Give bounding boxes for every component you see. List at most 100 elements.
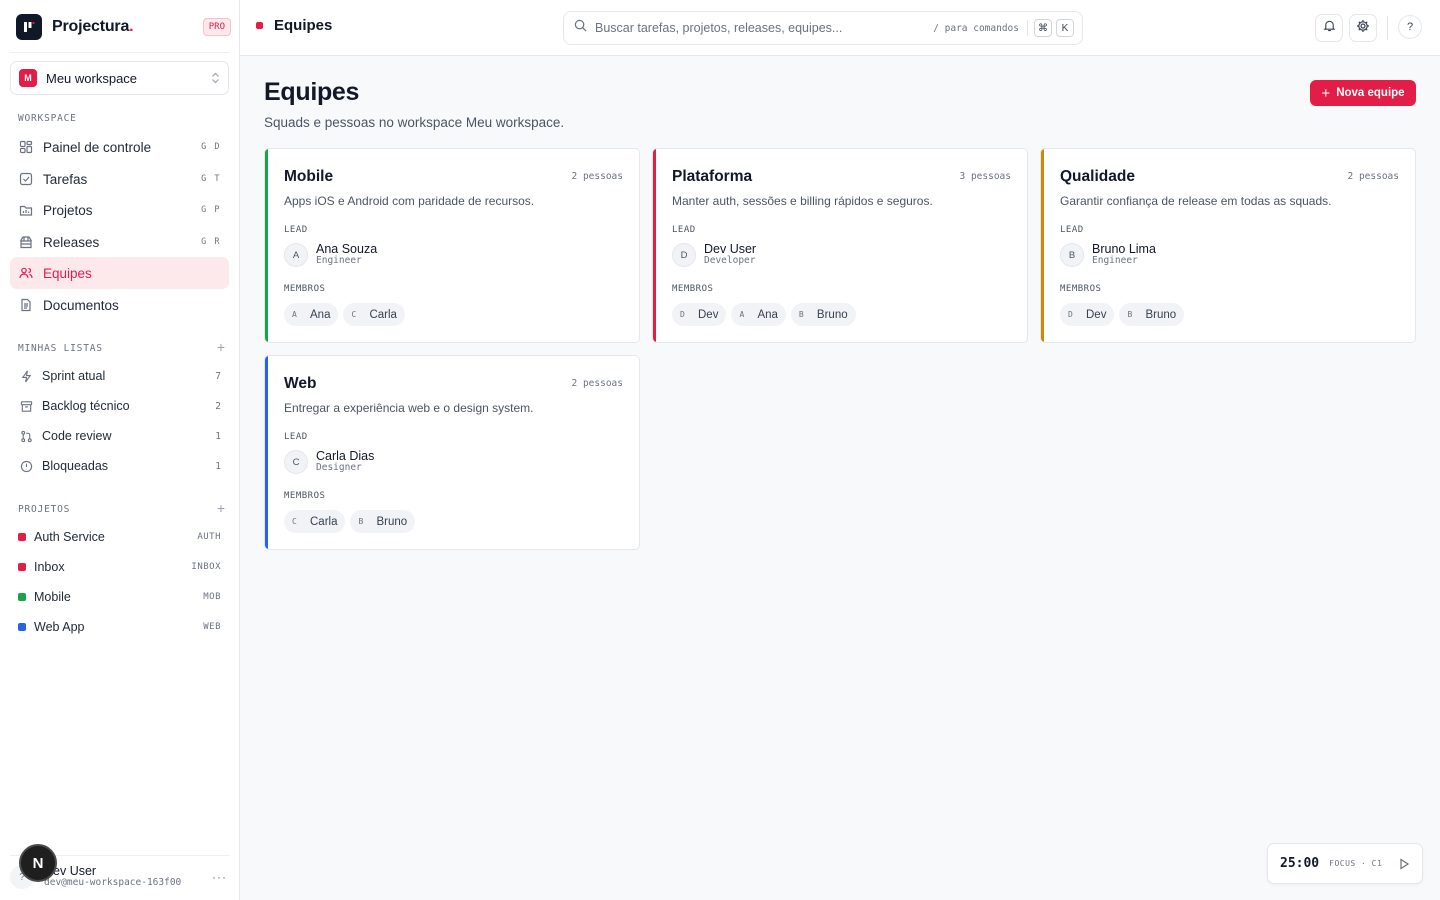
member-initial: B bbox=[1127, 310, 1133, 319]
timer-time: 25:00 bbox=[1280, 856, 1320, 871]
lead-label: LEAD bbox=[284, 225, 308, 235]
shortcut-hint: G T bbox=[201, 174, 221, 184]
list-item-blocked[interactable]: Bloqueadas 1 bbox=[10, 452, 229, 480]
search-icon bbox=[574, 19, 587, 37]
brand[interactable]: Projectura. PRO bbox=[16, 14, 231, 40]
sidebar-item-label: Painel de controle bbox=[43, 139, 152, 155]
lead-role: Engineer bbox=[316, 255, 362, 266]
member-chip[interactable]: D Dev bbox=[1060, 303, 1115, 326]
search-hint: / para comandos bbox=[933, 22, 1019, 34]
page-subtitle: Squads e pessoas no workspace Meu worksp… bbox=[264, 115, 565, 130]
project-item-mobile[interactable]: Mobile MOB bbox=[10, 583, 229, 611]
lead-role: Engineer bbox=[1092, 255, 1138, 266]
sidebar-item-tasks[interactable]: Tarefas G T bbox=[10, 163, 229, 195]
list-label: Code review bbox=[42, 429, 112, 443]
list-count: 1 bbox=[215, 460, 221, 472]
lead-name: Ana Souza bbox=[316, 242, 378, 256]
sidebar-item-documents[interactable]: Documentos bbox=[10, 289, 229, 321]
list-count: 1 bbox=[215, 430, 221, 442]
member-name: Dev bbox=[1086, 308, 1107, 321]
users-icon bbox=[18, 265, 34, 281]
next-dev-badge[interactable]: N bbox=[19, 844, 57, 882]
member-initial: A bbox=[292, 310, 297, 319]
project-label: Mobile bbox=[34, 590, 71, 604]
sidebar-item-dashboard[interactable]: Painel de controle G D bbox=[10, 131, 229, 163]
list-item-code-review[interactable]: Code review 1 bbox=[10, 422, 229, 450]
team-lead[interactable]: C Carla Dias Designer bbox=[284, 450, 374, 474]
add-list-plus-icon[interactable]: + bbox=[217, 339, 225, 355]
settings-button[interactable] bbox=[1349, 14, 1377, 42]
package-icon bbox=[18, 234, 34, 250]
team-name: Qualidade bbox=[1060, 168, 1135, 185]
team-lead[interactable]: A Ana Souza Engineer bbox=[284, 243, 377, 267]
sidebar-item-teams[interactable]: Equipes bbox=[10, 257, 229, 289]
member-chip[interactable]: B Bruno bbox=[1119, 303, 1185, 326]
member-chip[interactable]: C Carla bbox=[343, 303, 405, 326]
project-color-dot bbox=[18, 593, 26, 601]
member-initial: B bbox=[358, 517, 364, 526]
lead-name: Carla Dias bbox=[316, 449, 375, 463]
team-card-qualidade[interactable]: Qualidade 2 pessoas Garantir confiança d… bbox=[1040, 148, 1416, 343]
team-lead[interactable]: B Bruno Lima Engineer bbox=[1060, 243, 1156, 267]
divider bbox=[1387, 16, 1388, 40]
team-name: Mobile bbox=[284, 168, 334, 185]
search-input[interactable]: Buscar tarefas, projetos, releases, equi… bbox=[563, 11, 1083, 45]
member-chip[interactable]: D Dev bbox=[672, 303, 727, 326]
avatar: A bbox=[284, 243, 308, 267]
member-chip[interactable]: C Carla bbox=[284, 510, 346, 533]
team-description: Garantir confiança de release em todas a… bbox=[1060, 194, 1332, 208]
member-chip[interactable]: A Ana bbox=[731, 303, 786, 326]
team-description: Apps iOS e Android com paridade de recur… bbox=[284, 194, 535, 208]
help-button[interactable]: ? bbox=[1398, 15, 1422, 39]
new-team-label: Nova equipe bbox=[1336, 87, 1405, 99]
bell-icon bbox=[1323, 19, 1336, 37]
breadcrumb: Equipes bbox=[256, 17, 332, 34]
member-initial: A bbox=[739, 310, 745, 319]
member-list: C Carla B Bruno bbox=[284, 510, 420, 533]
projects-section-label: PROJETOS bbox=[18, 504, 71, 515]
member-chip[interactable]: A Ana bbox=[284, 303, 339, 326]
chevron-up-down-icon bbox=[211, 72, 220, 84]
team-member-count: 2 pessoas bbox=[1347, 171, 1399, 182]
list-item-sprint[interactable]: Sprint atual 7 bbox=[10, 362, 229, 390]
members-label: MEMBROS bbox=[284, 491, 326, 501]
member-chip[interactable]: B Bruno bbox=[790, 303, 856, 326]
play-icon[interactable] bbox=[1398, 857, 1410, 870]
search-placeholder: Buscar tarefas, projetos, releases, equi… bbox=[595, 21, 843, 35]
more-options-icon[interactable]: ··· bbox=[212, 870, 227, 884]
project-item-inbox[interactable]: Inbox INBOX bbox=[10, 553, 229, 581]
member-name: Ana bbox=[310, 308, 331, 321]
lead-label: LEAD bbox=[1060, 225, 1084, 235]
lead-name: Bruno Lima bbox=[1092, 242, 1156, 256]
team-description: Manter auth, sessões e billing rápidos e… bbox=[672, 194, 933, 208]
team-card-mobile[interactable]: Mobile 2 pessoas Apps iOS e Android com … bbox=[264, 148, 640, 343]
workspace-switcher[interactable]: M Meu workspace bbox=[10, 61, 229, 95]
member-name: Bruno bbox=[1145, 308, 1177, 321]
new-team-button[interactable]: + Nova equipe bbox=[1310, 80, 1416, 106]
dashboard-icon bbox=[18, 139, 34, 155]
member-initial: B bbox=[798, 310, 804, 319]
notifications-button[interactable] bbox=[1315, 14, 1343, 42]
members-label: MEMBROS bbox=[672, 284, 714, 294]
add-project-plus-icon[interactable]: + bbox=[217, 500, 225, 516]
team-card-plataforma[interactable]: Plataforma 3 pessoas Manter auth, sessõe… bbox=[652, 148, 1028, 343]
list-label: Backlog técnico bbox=[42, 399, 130, 413]
member-chip[interactable]: B Bruno bbox=[350, 510, 416, 533]
project-label: Auth Service bbox=[34, 530, 105, 544]
sidebar-item-label: Releases bbox=[43, 234, 100, 250]
timer-mode: FOCUS · C1 bbox=[1329, 859, 1383, 868]
sidebar-item-projects[interactable]: Projetos G P bbox=[10, 194, 229, 226]
team-lead[interactable]: D Dev User Developer bbox=[672, 243, 756, 267]
team-name: Plataforma bbox=[672, 168, 753, 185]
team-card-web[interactable]: Web 2 pessoas Entregar a experiência web… bbox=[264, 355, 640, 550]
list-item-backlog[interactable]: Backlog técnico 2 bbox=[10, 392, 229, 420]
project-code: MOB bbox=[203, 592, 221, 602]
project-item-web[interactable]: Web App WEB bbox=[10, 613, 229, 641]
sidebar-item-label: Equipes bbox=[43, 265, 92, 281]
team-color-bar bbox=[1041, 149, 1044, 342]
plus-icon: + bbox=[1321, 84, 1331, 102]
shortcut-hint: G R bbox=[201, 237, 221, 247]
lead-role: Developer bbox=[704, 255, 756, 266]
project-item-auth[interactable]: Auth Service AUTH bbox=[10, 523, 229, 551]
sidebar-item-releases[interactable]: Releases G R bbox=[10, 226, 229, 258]
